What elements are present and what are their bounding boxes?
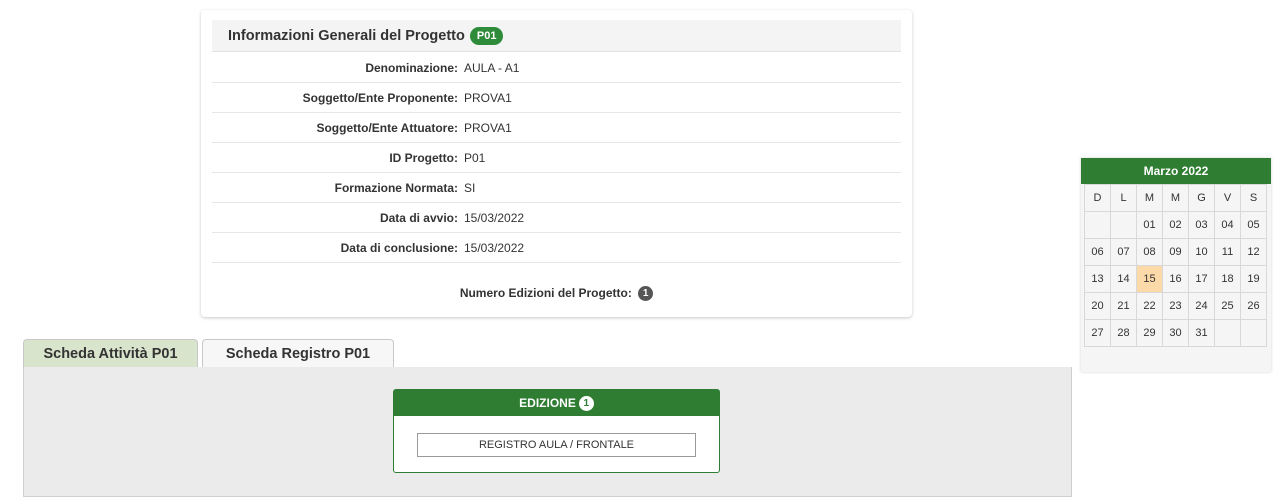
calendar-weekday: G bbox=[1188, 184, 1215, 212]
calendar-day[interactable]: 17 bbox=[1188, 265, 1215, 293]
calendar-day[interactable]: 21 bbox=[1110, 292, 1137, 320]
calendar-day[interactable]: 30 bbox=[1162, 319, 1189, 347]
info-value: PROVA1 bbox=[464, 90, 512, 105]
project-info-rows: Denominazione: AULA - A1 Soggetto/Ente P… bbox=[212, 53, 901, 263]
calendar-day[interactable]: 08 bbox=[1136, 238, 1163, 266]
calendar-day[interactable]: 04 bbox=[1214, 211, 1241, 239]
info-label: Data di avvio: bbox=[379, 210, 458, 225]
project-info-header: Informazioni Generali del Progetto P01 bbox=[212, 20, 901, 52]
tab-scheda-registro[interactable]: Scheda Registro P01 bbox=[202, 339, 394, 368]
calendar-day[interactable]: 01 bbox=[1136, 211, 1163, 239]
calendar-day[interactable]: 24 bbox=[1188, 292, 1215, 320]
info-label: Formazione Normata: bbox=[334, 180, 458, 195]
calendar-day[interactable]: 29 bbox=[1136, 319, 1163, 347]
calendar-day[interactable]: 22 bbox=[1136, 292, 1163, 320]
calendar-day[interactable]: 03 bbox=[1188, 211, 1215, 239]
info-label: Soggetto/Ente Proponente: bbox=[302, 90, 458, 105]
info-label: Soggetto/Ente Attuatore: bbox=[316, 120, 458, 135]
edition-number-badge: 1 bbox=[578, 395, 594, 411]
calendar-empty-cell bbox=[1110, 211, 1137, 239]
info-value: SI bbox=[464, 180, 476, 195]
calendar-day[interactable]: 27 bbox=[1084, 319, 1111, 347]
calendar-day[interactable]: 13 bbox=[1084, 265, 1111, 293]
calendar-day[interactable]: 28 bbox=[1110, 319, 1137, 347]
registro-aula-button[interactable]: REGISTRO AULA / FRONTALE bbox=[417, 433, 696, 457]
info-row-id-progetto: ID Progetto: P01 bbox=[212, 143, 901, 173]
calendar-weekday: D bbox=[1084, 184, 1111, 212]
calendar-day[interactable]: 11 bbox=[1214, 238, 1241, 266]
calendar-day[interactable]: 02 bbox=[1162, 211, 1189, 239]
info-row-data-conclusione: Data di conclusione: 15/03/2022 bbox=[212, 233, 901, 263]
calendar-day[interactable]: 19 bbox=[1240, 265, 1267, 293]
calendar-day[interactable]: 23 bbox=[1162, 292, 1189, 320]
tab-strip: Scheda Attività P01 Scheda Registro P01 bbox=[23, 339, 1072, 368]
tab-label: Scheda Registro P01 bbox=[225, 346, 371, 362]
info-row-formazione-normata: Formazione Normata: SI bbox=[212, 173, 901, 203]
calendar-day[interactable]: 18 bbox=[1214, 265, 1241, 293]
calendar-day[interactable]: 07 bbox=[1110, 238, 1137, 266]
tab-label: Scheda Attività P01 bbox=[43, 345, 178, 362]
calendar-month-title: Marzo 2022 bbox=[1081, 158, 1271, 184]
calendar-day[interactable]: 26 bbox=[1240, 292, 1267, 320]
info-label: Data di conclusione: bbox=[340, 240, 458, 255]
calendar-weekday: S bbox=[1240, 184, 1267, 212]
calendar-day[interactable]: 12 bbox=[1240, 238, 1267, 266]
calendar-day[interactable]: 09 bbox=[1162, 238, 1189, 266]
calendar-day[interactable]: 31 bbox=[1188, 319, 1215, 347]
calendar-weekday: M bbox=[1136, 184, 1163, 212]
info-row-attuatore: Soggetto/Ente Attuatore: PROVA1 bbox=[212, 113, 901, 143]
info-value: PROVA1 bbox=[464, 120, 512, 135]
calendar-day[interactable]: 20 bbox=[1084, 292, 1111, 320]
calendar-day[interactable]: 05 bbox=[1240, 211, 1267, 239]
editions-count-line: Numero Edizioni del Progetto: 1 bbox=[201, 286, 912, 302]
info-label: ID Progetto: bbox=[389, 150, 458, 165]
calendar-empty-cell bbox=[1084, 211, 1111, 239]
calendar-day[interactable]: 25 bbox=[1214, 292, 1241, 320]
info-row-denominazione: Denominazione: AULA - A1 bbox=[212, 53, 901, 83]
calendar-empty-cell bbox=[1214, 319, 1241, 347]
info-value: AULA - A1 bbox=[464, 60, 520, 75]
mini-calendar: Marzo 2022 D L M M G V S 01 02 03 04 05 06 07 08 09 10 11… bbox=[1081, 158, 1271, 372]
calendar-day[interactable]: 06 bbox=[1084, 238, 1111, 266]
calendar-grid: D L M M G V S 01 02 03 04 05 06 07 08 09 10 11 12 13 14 15 16 1… bbox=[1084, 184, 1267, 347]
info-row-proponente: Soggetto/Ente Proponente: PROVA1 bbox=[212, 83, 901, 113]
info-value: 15/03/2022 bbox=[464, 210, 525, 225]
project-info-title: Informazioni Generali del Progetto bbox=[228, 27, 465, 44]
calendar-day[interactable]: 16 bbox=[1162, 265, 1189, 293]
calendar-weekday: M bbox=[1162, 184, 1189, 212]
editions-count-badge: 1 bbox=[638, 286, 654, 302]
info-value: 15/03/2022 bbox=[464, 240, 525, 255]
info-row-data-avvio: Data di avvio: 15/03/2022 bbox=[212, 203, 901, 233]
edition-box: EDIZIONE 1 REGISTRO AULA / FRONTALE bbox=[393, 389, 720, 473]
calendar-day[interactable]: 14 bbox=[1110, 265, 1137, 293]
edition-title: EDIZIONE bbox=[519, 396, 576, 410]
calendar-day[interactable]: 15 bbox=[1136, 265, 1163, 293]
project-info-card: Informazioni Generali del Progetto P01 D… bbox=[201, 10, 912, 317]
edition-header: EDIZIONE 1 bbox=[394, 390, 719, 416]
calendar-empty-cell bbox=[1240, 319, 1267, 347]
tab-scheda-attivita[interactable]: Scheda Attività P01 bbox=[23, 339, 198, 367]
info-value: P01 bbox=[464, 150, 486, 165]
info-label: Denominazione: bbox=[365, 60, 458, 75]
project-id-badge: P01 bbox=[469, 26, 504, 45]
calendar-weekday: V bbox=[1214, 184, 1241, 212]
calendar-weekday: L bbox=[1110, 184, 1137, 212]
calendar-day[interactable]: 10 bbox=[1188, 238, 1215, 266]
editions-label: Numero Edizioni del Progetto: bbox=[459, 286, 632, 300]
